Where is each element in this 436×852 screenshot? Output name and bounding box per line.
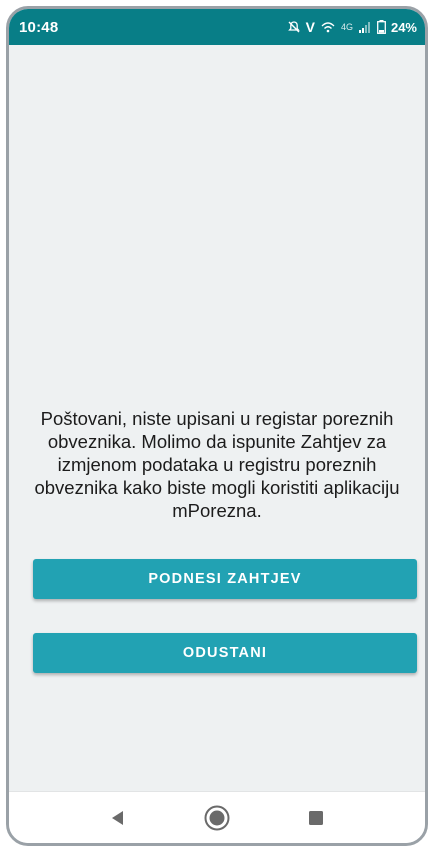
network-type: 4G — [340, 22, 353, 32]
back-icon[interactable] — [98, 798, 138, 838]
signal-icon — [358, 20, 372, 34]
cancel-button[interactable]: ODUSTANI — [33, 633, 417, 673]
home-icon[interactable] — [197, 798, 237, 838]
main-content: Poštovani, niste upisani u registar pore… — [9, 45, 425, 791]
wifi-calling-icon — [320, 20, 336, 34]
volte-icon: V — [305, 19, 315, 35]
registration-message: Poštovani, niste upisani u registar pore… — [34, 408, 400, 521]
device-frame: 10:48 V 4G 24% Poštovani, niste upisani … — [6, 6, 428, 846]
battery-icon — [377, 20, 386, 34]
status-time: 10:48 — [19, 18, 59, 36]
battery-percent: 24% — [390, 19, 417, 35]
status-bar: 10:48 V 4G 24% — [9, 9, 425, 45]
submit-request-button[interactable]: PODNESI ZAHTJEV — [33, 559, 417, 599]
mute-icon — [287, 20, 301, 34]
navigation-bar — [9, 791, 425, 843]
recents-icon[interactable] — [296, 798, 336, 838]
status-icons: V 4G 24% — [287, 19, 417, 35]
